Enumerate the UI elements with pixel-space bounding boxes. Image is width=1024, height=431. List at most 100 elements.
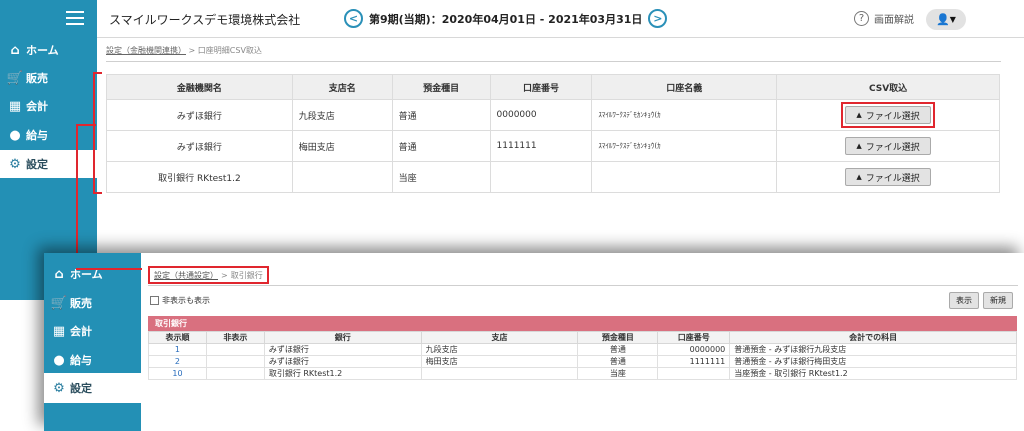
column-header: 口座名義 [591, 74, 778, 100]
sidebar-item-settings[interactable]: ⚙ 設定 [0, 150, 97, 178]
bank-name-cell: みずほ銀行 [106, 130, 293, 162]
display-button[interactable]: 表示 [949, 292, 979, 309]
overlay-content: 設定（共通設定） > 取引銀行 非表示も表示 表示 新規 取引銀行 表示順 非表… [141, 253, 1024, 431]
account-number-cell: 0000000 [657, 343, 731, 356]
caret-down-icon: ▼ [949, 15, 956, 24]
annotation-bracket [93, 72, 102, 194]
help-link[interactable]: ? 画面解説 [854, 11, 914, 26]
file-select-button[interactable]: ▲ ファイル選択 [845, 106, 932, 124]
bank-cell: みずほ銀行 [263, 355, 422, 368]
table-row: 1 みずほ銀行 九段支店 普通 0000000 普通預金 - みずほ銀行九段支店 [148, 343, 1017, 356]
sidebar-item-label: 会計 [26, 100, 48, 113]
overlay-window: ⌂ ホーム 🛒 販売 ▦ 会計 ● 給与 ⚙ 設定 設定（共通設定） > 取引銀… [44, 253, 1024, 431]
bank-name-cell: 取引銀行 RKtest1.2 [106, 161, 293, 193]
branch-cell: 梅田支店 [291, 130, 393, 162]
sidebar-item-label: 販売 [26, 72, 48, 85]
bank-account-table: 金融機関名 支店名 預金種目 口座番号 口座名義 CSV取込 みずほ銀行 九段支… [106, 74, 1000, 193]
period-selector: < 第9期(当期)：2020年04月01日 - 2021年03月31日 > [344, 9, 668, 28]
sidebar-item-sales[interactable]: 🛒 販売 [0, 64, 97, 92]
hamburger-menu-icon[interactable] [66, 11, 84, 25]
account-holder-cell: ｽﾏｲﾙﾜｰｸｽﾃﾞﾓｶﾝｷｮｳ(ｶ [591, 130, 778, 162]
money-bag-icon: ● [9, 127, 21, 143]
sidebar-item-label: 給与 [70, 354, 92, 367]
file-select-label: ファイル選択 [865, 111, 920, 122]
hidden-cell [205, 355, 265, 368]
hidden-cell [205, 343, 265, 356]
breadcrumb-separator: > [221, 270, 228, 280]
user-icon: 👤 [936, 13, 950, 26]
bank-name-cell: みずほ銀行 [106, 99, 293, 131]
table-row: 取引銀行 RKtest1.2 当座 ▲ ファイル選択 [106, 161, 1000, 193]
sidebar-item-settings[interactable]: ⚙ 設定 [44, 373, 141, 403]
sidebar-item-label: 販売 [70, 297, 92, 310]
help-label: 画面解説 [874, 15, 914, 26]
next-period-button[interactable]: > [648, 9, 668, 28]
gear-icon: ⚙ [53, 380, 65, 396]
branch-cell: 九段支店 [420, 343, 579, 356]
cart-icon: 🛒 [50, 295, 68, 311]
bank-cell: みずほ銀行 [263, 343, 422, 356]
show-hidden-checkbox[interactable] [150, 296, 159, 305]
new-button[interactable]: 新規 [983, 292, 1013, 309]
cart-icon: 🛒 [6, 70, 24, 86]
display-order-link[interactable]: 10 [148, 367, 207, 380]
divider [148, 285, 1018, 286]
sidebar-item-label: 給与 [26, 129, 48, 142]
file-select-button[interactable]: ▲ ファイル選択 [845, 168, 932, 186]
sidebar-item-sales[interactable]: 🛒 販売 [44, 288, 141, 318]
sidebar-item-home[interactable]: ⌂ ホーム [0, 36, 97, 64]
file-select-label: ファイル選択 [865, 142, 920, 153]
section-title-bar: 取引銀行 [148, 316, 1017, 331]
money-bag-icon: ● [53, 352, 65, 368]
calculator-icon: ▦ [52, 323, 66, 339]
breadcrumb-link[interactable]: 設定（共通設定） [154, 270, 218, 281]
home-icon: ⌂ [10, 42, 20, 58]
table-row: みずほ銀行 九段支店 普通 0000000 ｽﾏｲﾙﾜｰｸｽﾃﾞﾓｶﾝｷｮｳ(ｶ… [106, 99, 1000, 131]
breadcrumb-current: 取引銀行 [230, 270, 263, 280]
gear-icon: ⚙ [9, 156, 21, 172]
column-header: 支店 [420, 331, 579, 344]
home-icon: ⌂ [54, 266, 64, 282]
ledger-account-cell: 普通預金 - みずほ銀行九段支店 [729, 343, 1017, 356]
column-header: 預金種目 [577, 331, 659, 344]
top-bar: スマイルワークスデモ環境株式会社 < 第9期(当期)：2020年04月01日 -… [97, 0, 1024, 38]
account-holder-cell: ｽﾏｲﾙﾜｰｸｽﾃﾞﾓｶﾝｷｮｳ(ｶ [591, 99, 778, 131]
display-order-link[interactable]: 1 [148, 343, 207, 356]
account-type-cell: 普通 [391, 130, 491, 162]
column-header: CSV取込 [776, 74, 1000, 100]
csv-import-cell: ▲ ファイル選択 [776, 99, 1000, 131]
sidebar-item-home[interactable]: ⌂ ホーム [44, 259, 141, 289]
sidebar-item-label: ホーム [26, 44, 59, 57]
period-label: 第9期(当期)：2020年04月01日 - 2021年03月31日 [369, 12, 643, 26]
breadcrumb-separator: > [188, 46, 196, 55]
account-type-cell: 普通 [577, 355, 659, 368]
account-type-cell: 当座 [391, 161, 491, 193]
sidebar-item-accounting[interactable]: ▦ 会計 [0, 92, 97, 120]
sidebar-item-accounting[interactable]: ▦ 会計 [44, 316, 141, 346]
account-type-cell: 当座 [577, 367, 659, 380]
annotation-connector [76, 268, 142, 270]
upload-icon: ▲ [856, 173, 862, 181]
column-header: 表示順 [148, 331, 207, 344]
user-menu-button[interactable]: 👤 ▼ [926, 9, 966, 30]
previous-period-button[interactable]: < [344, 9, 363, 28]
table-row: みずほ銀行 梅田支店 普通 1111111 ｽﾏｲﾙﾜｰｸｽﾃﾞﾓｶﾝｷｮｳ(ｶ… [106, 130, 1000, 162]
column-header: 金融機関名 [106, 74, 293, 100]
column-header: 支店名 [291, 74, 393, 100]
display-order-link[interactable]: 2 [148, 355, 207, 368]
sidebar-item-payroll[interactable]: ● 給与 [44, 345, 141, 375]
annotation-connector [76, 124, 78, 270]
show-hidden-toggle[interactable]: 非表示も表示 [150, 295, 210, 306]
table-header-row: 表示順 非表示 銀行 支店 預金種目 口座番号 会計での科目 [148, 331, 1017, 344]
account-number-cell [657, 367, 731, 380]
account-type-cell: 普通 [577, 343, 659, 356]
file-select-label: ファイル選択 [865, 173, 920, 184]
file-select-button[interactable]: ▲ ファイル選択 [845, 137, 932, 155]
bank-cell: 取引銀行 RKtest1.2 [263, 367, 422, 380]
breadcrumb-link[interactable]: 設定（金融機関連携） [106, 46, 186, 55]
column-header: 預金種目 [391, 74, 491, 100]
sidebar-item-label: 設定 [26, 158, 48, 171]
column-header: 非表示 [205, 331, 265, 344]
table-row: 2 みずほ銀行 梅田支店 普通 1111111 普通預金 - みずほ銀行梅田支店 [148, 355, 1017, 368]
sidebar-item-label: 設定 [70, 382, 92, 395]
